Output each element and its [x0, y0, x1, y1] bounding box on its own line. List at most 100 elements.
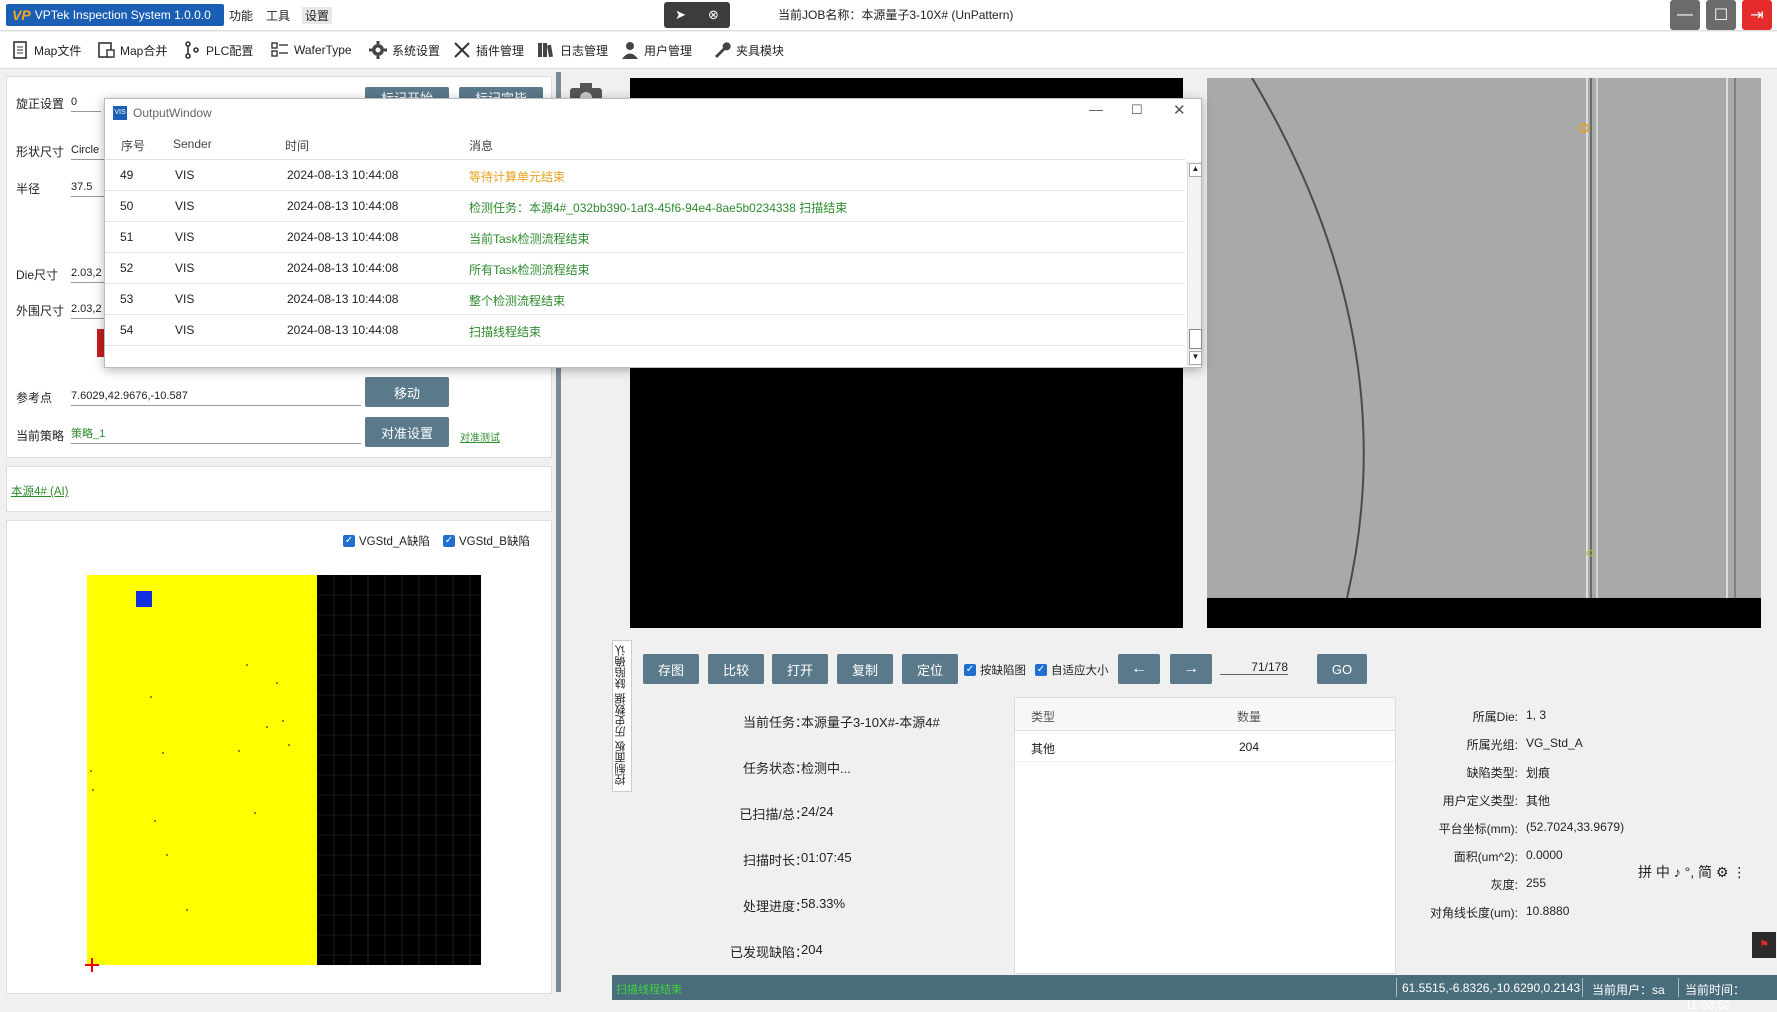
col-header-message: 消息: [469, 139, 494, 153]
table-row[interactable]: 50 VIS 2024-08-13 10:44:08 检测任务：本源4#_032bb3…: [105, 191, 1185, 222]
toolbar-label: 日志管理: [560, 43, 609, 58]
save-image-button[interactable]: 存图: [643, 654, 699, 684]
source-link[interactable]: 本源4# (AI): [11, 483, 69, 499]
toolbar-label: Map文件: [34, 43, 82, 58]
col-type: 类型: [1031, 710, 1056, 724]
app-logo: VP VPTek Inspection System 1.0.0.0: [6, 4, 224, 26]
menu-function[interactable]: 功能: [229, 7, 253, 24]
defect-map-checkbox[interactable]: ✓ 按缺陷图: [964, 662, 1026, 678]
platform-coord-label: 平台坐标(mm):: [1438, 822, 1518, 836]
status-coords: 61.5515,-6.8326,-10.6290,0.2143: [1402, 981, 1581, 995]
ime-toolbar[interactable]: 拼 中 ♪ °, 简 ⚙ ⋮: [1638, 862, 1770, 882]
table-row[interactable]: 52 VIS 2024-08-13 10:44:08 所有Task检测流程结束: [105, 253, 1185, 284]
ref-point-input[interactable]: 7.6029,42.9676,-10.587: [71, 387, 361, 406]
toolbar-fixture-module[interactable]: 夹具模块: [712, 38, 784, 62]
maximize-button[interactable]: ☐: [1706, 0, 1736, 30]
cell-sender: VIS: [175, 323, 195, 337]
copy-button[interactable]: 复制: [837, 654, 893, 684]
prev-button[interactable]: ←: [1118, 654, 1160, 684]
minimize-button[interactable]: —: [1670, 0, 1700, 30]
cell-time: 2024-08-13 10:44:08: [287, 292, 399, 306]
source-panel: 本源4# (AI): [6, 466, 552, 512]
log-scrollbar[interactable]: ▲ ▼: [1187, 161, 1202, 366]
table-row[interactable]: 54 VIS 2024-08-13 10:44:08 扫描线程结束: [105, 315, 1185, 346]
col-header-time: 时间: [285, 139, 310, 153]
scanned-value: 24/24: [801, 804, 834, 819]
defect-type-value: 划痕: [1526, 766, 1551, 780]
tab-defect-confirm[interactable]: 缺陷确认: [613, 645, 631, 689]
output-window-title: OutputWindow: [133, 106, 212, 120]
menu-settings[interactable]: 设置: [302, 7, 333, 24]
cell-time: 2024-08-13 10:44:08: [287, 199, 399, 213]
scan-duration-value: 01:07:45: [801, 850, 852, 865]
fit-size-checkbox[interactable]: ✓ 自适应大小: [1035, 662, 1109, 678]
cell-message: 检测任务：本源4#_032bb390-1af3-45f6-94e4-8ae5b0…: [469, 201, 848, 215]
toolbar-system-settings[interactable]: 系统设置: [368, 38, 440, 62]
books-icon: [538, 43, 554, 58]
align-test-link[interactable]: 对准测试: [460, 429, 500, 444]
status-label: 任务状态：: [742, 761, 808, 776]
toolbar-user-manage[interactable]: 用户管理: [620, 38, 692, 62]
selected-die-marker[interactable]: [136, 591, 152, 607]
table-row[interactable]: 51 VIS 2024-08-13 10:44:08 当前Task检测流程结束: [105, 222, 1185, 253]
side-tabs: 缺陷确认 历史数据 控制面板: [612, 640, 632, 792]
align-settings-button[interactable]: 对准设置: [365, 417, 449, 447]
toolbar-wafer-type[interactable]: WaferType: [270, 38, 352, 62]
page-input[interactable]: 71/178: [1220, 660, 1288, 675]
toolbar-label: Map合并: [120, 43, 168, 58]
cell-index: 49: [120, 168, 134, 182]
reference-image-view[interactable]: [1207, 78, 1761, 628]
cast-icon[interactable]: ➤: [675, 7, 686, 23]
toolbar-map-merge[interactable]: Map合并: [96, 38, 167, 62]
toolbar-label: 用户管理: [644, 43, 693, 58]
table-row[interactable]: 53 VIS 2024-08-13 10:44:08 整个检测流程结束: [105, 284, 1185, 315]
menu-tools[interactable]: 工具: [266, 7, 290, 24]
vgstd-a-checkbox[interactable]: ✓ VGStd_A缺陷: [343, 533, 430, 549]
cell-type: 其他: [1031, 742, 1056, 756]
status-divider: [1582, 978, 1583, 997]
app-title: VPTek Inspection System 1.0.0.0: [34, 8, 211, 22]
vis-app-icon: VIS: [113, 106, 127, 120]
table-row[interactable]: 49 VIS 2024-08-13 10:44:08 等待计算单元结束: [105, 160, 1185, 191]
vgstd-b-checkbox[interactable]: ✓ VGStd_B缺陷: [443, 533, 530, 549]
toolbar-plugin-manage[interactable]: 插件管理: [452, 38, 524, 62]
exit-button[interactable]: ⇥: [1742, 0, 1772, 30]
output-maximize-button[interactable]: ☐: [1131, 102, 1143, 118]
scroll-up-icon[interactable]: ▲: [1189, 163, 1202, 177]
remote-control-pill[interactable]: ➤ ⊗: [664, 2, 730, 28]
toolbar-log-manage[interactable]: 日志管理: [536, 38, 608, 62]
toolbar-plc-config[interactable]: PLC配置: [182, 38, 253, 62]
move-button[interactable]: 移动: [365, 377, 449, 407]
strategy-input[interactable]: 策略_1: [71, 425, 361, 444]
rotate-input[interactable]: 0: [71, 93, 101, 112]
tab-control-panel[interactable]: 控制面板: [613, 741, 631, 785]
scroll-down-icon[interactable]: ▼: [1189, 351, 1202, 365]
defects-found-value: 204: [801, 942, 823, 957]
cell-message: 整个检测流程结束: [469, 294, 566, 308]
defect-table-header: 类型 数量: [1015, 698, 1395, 731]
defect-type-table: 类型 数量 其他 204: [1014, 697, 1396, 974]
toolbar-map-file[interactable]: Map文件: [10, 38, 81, 62]
col-count: 数量: [1237, 710, 1262, 724]
next-button[interactable]: →: [1170, 654, 1212, 684]
defect-type-label: 缺陷类型:: [1466, 766, 1518, 780]
tab-history-data[interactable]: 历史数据: [613, 693, 631, 737]
output-close-button[interactable]: ✕: [1173, 101, 1186, 119]
cell-sender: VIS: [175, 230, 195, 244]
open-button[interactable]: 打开: [772, 654, 828, 684]
wafer-map[interactable]: [67, 575, 487, 975]
wafer-edge-image: [1207, 78, 1761, 628]
cell-index: 54: [120, 323, 134, 337]
locate-button[interactable]: 定位: [902, 654, 958, 684]
scroll-thumb[interactable]: [1189, 329, 1202, 349]
go-button[interactable]: GO: [1317, 654, 1367, 684]
table-row[interactable]: 其他 204: [1015, 731, 1395, 762]
cell-time: 2024-08-13 10:44:08: [287, 261, 399, 275]
toolbar-label: WaferType: [294, 43, 352, 57]
output-minimize-button[interactable]: —: [1089, 101, 1103, 117]
stop-icon[interactable]: ⊗: [708, 7, 719, 23]
rotate-label: 旋正设置: [16, 97, 65, 111]
toolbar: Map文件 Map合并 PLC配置 WaferType 系统设置 插件管理 日志…: [0, 32, 1777, 69]
compare-button[interactable]: 比较: [708, 654, 764, 684]
flag-icon[interactable]: ⚑: [1752, 932, 1776, 958]
